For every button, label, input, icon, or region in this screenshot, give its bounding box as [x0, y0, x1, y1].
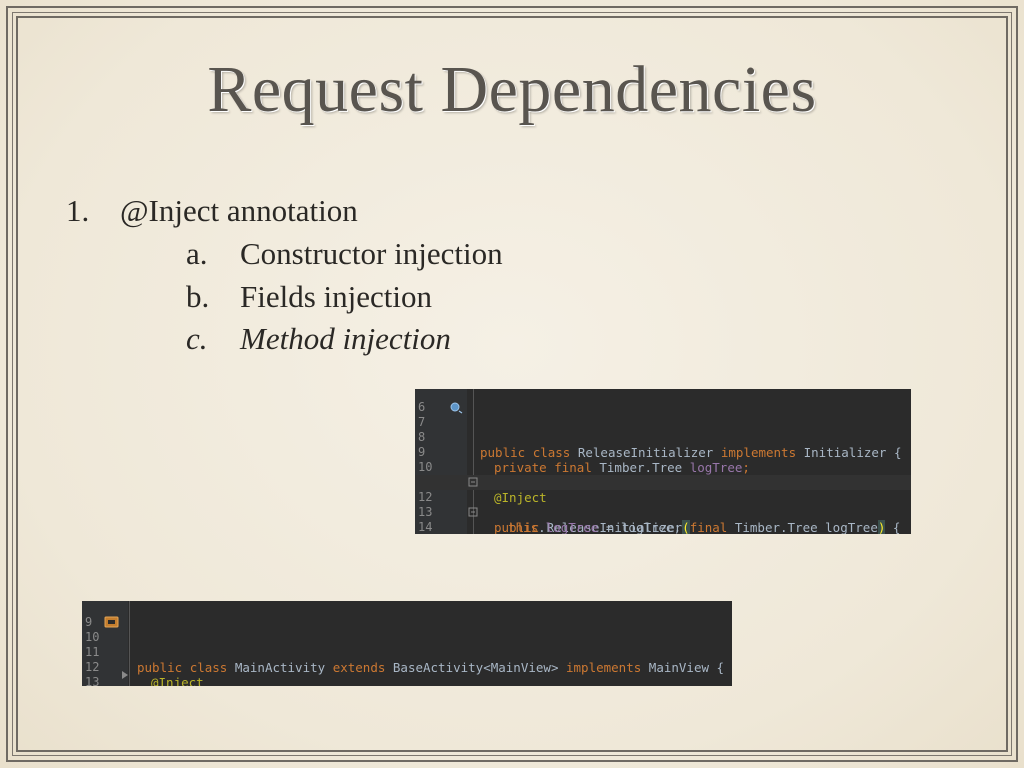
code-line: 10: [415, 445, 460, 474]
code-line: 14 }: [415, 505, 478, 534]
code-line: 9 private final Timber.Tree logTree;: [415, 430, 750, 475]
slide-title: Request Dependencies: [207, 53, 817, 126]
activity-layout-icon[interactable]: [104, 616, 120, 629]
code-line: 15: [415, 520, 460, 534]
list-item-label: @Inject annotation: [120, 193, 358, 228]
code-text: public class ReleaseInitializer implemen…: [480, 445, 902, 460]
fold-icon[interactable]: [468, 507, 478, 518]
annotation-text: @Inject: [494, 490, 547, 505]
list-item-label: Method injection: [240, 321, 451, 356]
code-line: 9: [82, 601, 127, 629]
fold-icon[interactable]: [468, 477, 478, 488]
code-screenshot-release-initializer: 6 7 public class ReleaseInitializer impl…: [415, 389, 911, 534]
implementation-gutter-icon[interactable]: [450, 402, 464, 414]
code-line-current: 12 public ReleaseInitializer(final Timbe…: [415, 475, 911, 534]
list-marker: c.: [186, 321, 208, 356]
code-screenshot-main-activity: 9 10 public class MainActivity extends B…: [82, 601, 732, 686]
code-text: this.logTree = logTree;: [508, 520, 682, 534]
annotation-text: @Inject: [151, 675, 204, 686]
code-line: 13 this.logTree = logTree;: [415, 490, 681, 534]
code-text: public class MainActivity extends BaseAc…: [137, 660, 725, 675]
list-item-label: Constructor injection: [240, 236, 503, 271]
list-marker: b.: [186, 279, 210, 314]
list-marker: a.: [186, 236, 208, 271]
code-line: 11: [82, 630, 127, 659]
code-text: private final Timber.Tree logTree;: [494, 460, 750, 475]
code-line: 6: [415, 389, 460, 414]
list-marker: 1.: [66, 193, 90, 228]
code-line: 10 public class MainActivity extends Bas…: [82, 615, 732, 675]
code-line: 12 @Inject: [82, 645, 204, 686]
list-item-label: Fields injection: [240, 279, 433, 314]
run-arrow-icon[interactable]: [120, 670, 130, 680]
code-line: 11 @Inject: [415, 460, 547, 505]
slide: Request Dependencies 1. @Inject annotati…: [0, 0, 1024, 768]
code-line: 14: [82, 671, 128, 686]
code-line: 8: [415, 415, 460, 444]
code-line: 7 public class ReleaseInitializer implem…: [415, 400, 911, 460]
